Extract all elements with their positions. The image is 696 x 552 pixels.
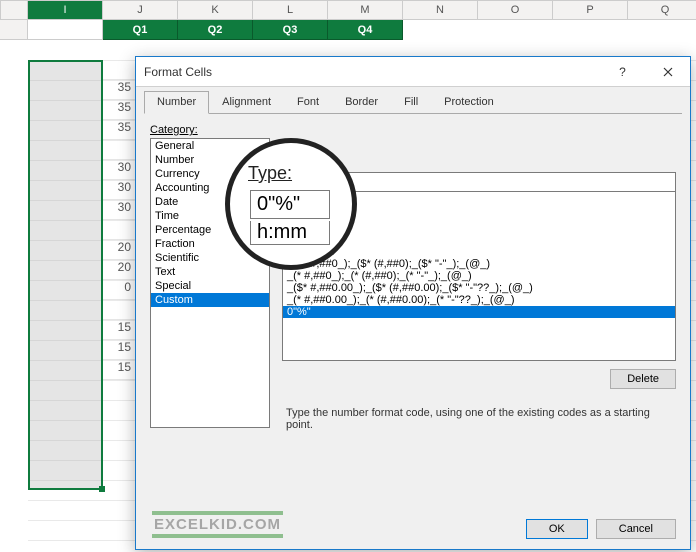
tab-protection[interactable]: Protection [431,91,507,114]
tab-number[interactable]: Number [144,91,209,114]
cell[interactable] [103,60,135,80]
cell[interactable]: 15 [103,320,135,340]
quarter-header-cell[interactable]: Q4 [328,20,403,40]
tab-font[interactable]: Font [284,91,332,114]
quarter-header-cell[interactable]: Q1 [103,20,178,40]
category-item[interactable]: Custom [151,293,269,307]
category-item[interactable]: Text [151,265,269,279]
cell[interactable]: 15 [103,360,135,380]
quarter-header-cell[interactable]: Q3 [253,20,328,40]
type-list-item[interactable]: [h]:mm:ss [283,246,675,258]
column-header[interactable]: Q [628,0,696,20]
ok-button[interactable]: OK [526,519,588,539]
cell[interactable] [103,220,135,240]
help-button[interactable]: ? [600,57,645,87]
type-list-item[interactable]: _($* #,##0.00_);_($* (#,##0.00);_($* "-"… [283,282,675,294]
cell[interactable]: 0 [103,280,135,300]
titlebar: Format Cells ? [136,57,690,87]
tab-fill[interactable]: Fill [391,91,431,114]
cell[interactable]: 15 [103,340,135,360]
delete-button[interactable]: Delete [610,369,676,389]
cell[interactable] [103,300,135,320]
close-button[interactable] [645,57,690,87]
fill-handle[interactable] [99,486,105,492]
column-headers: IJKLMNOPQ [0,0,696,20]
spreadsheet: IJKLMNOPQ Q1Q2Q3Q4 [0,0,696,40]
tab-border[interactable]: Border [332,91,391,114]
type-list-item[interactable]: 0"%" [283,306,675,318]
type-list-item[interactable]: _($* #,##0_);_($* (#,##0);_($* "-"_);_(@… [283,258,675,270]
tab-strip: NumberAlignmentFontBorderFillProtection [136,87,690,114]
tab-alignment[interactable]: Alignment [209,91,284,114]
quarter-header-cell[interactable]: Q2 [178,20,253,40]
category-item[interactable]: Special [151,279,269,293]
magnifier-callout: Type: 0"%" h:mm [225,138,357,270]
type-list-item[interactable]: _(* #,##0.00_);_(* (#,##0.00);_(* "-"??_… [283,294,675,306]
cell[interactable]: 35 [103,80,135,100]
column-header[interactable]: I [28,0,103,20]
column-header[interactable]: J [103,0,178,20]
number-tab-panel: Category: GeneralNumberCurrencyAccountin… [136,114,690,441]
column-header[interactable]: P [553,0,628,20]
column-header[interactable]: L [253,0,328,20]
cell[interactable]: 30 [103,160,135,180]
column-header[interactable]: N [403,0,478,20]
cell[interactable]: 30 [103,180,135,200]
dialog-title: Format Cells [144,65,212,79]
cancel-button[interactable]: Cancel [596,519,676,539]
type-list-item[interactable]: _(* #,##0_);_(* (#,##0);_(* "-"_);_(@_) [283,270,675,282]
selection-range[interactable] [28,60,103,490]
cell[interactable] [103,140,135,160]
magnified-type-label: Type: [248,163,292,184]
visible-data-cells: 35353530303020200151515 [103,60,135,380]
column-header[interactable]: M [328,0,403,20]
close-icon [663,67,673,77]
magnified-type-value: 0"%" [250,190,330,219]
cell[interactable]: 20 [103,260,135,280]
cell[interactable]: 20 [103,240,135,260]
quarter-header-row: Q1Q2Q3Q4 [0,20,696,40]
column-header[interactable]: K [178,0,253,20]
cell[interactable]: 35 [103,120,135,140]
magnified-list-hint: h:mm [250,221,330,245]
cell[interactable]: 30 [103,200,135,220]
watermark: EXCELKID.COM [152,511,283,538]
format-cells-dialog: Format Cells ? NumberAlignmentFontBorder… [135,56,691,550]
hint-text: Type the number format code, using one o… [282,389,676,431]
column-header[interactable]: O [478,0,553,20]
category-label: Category: [150,124,270,136]
cell[interactable]: 35 [103,100,135,120]
